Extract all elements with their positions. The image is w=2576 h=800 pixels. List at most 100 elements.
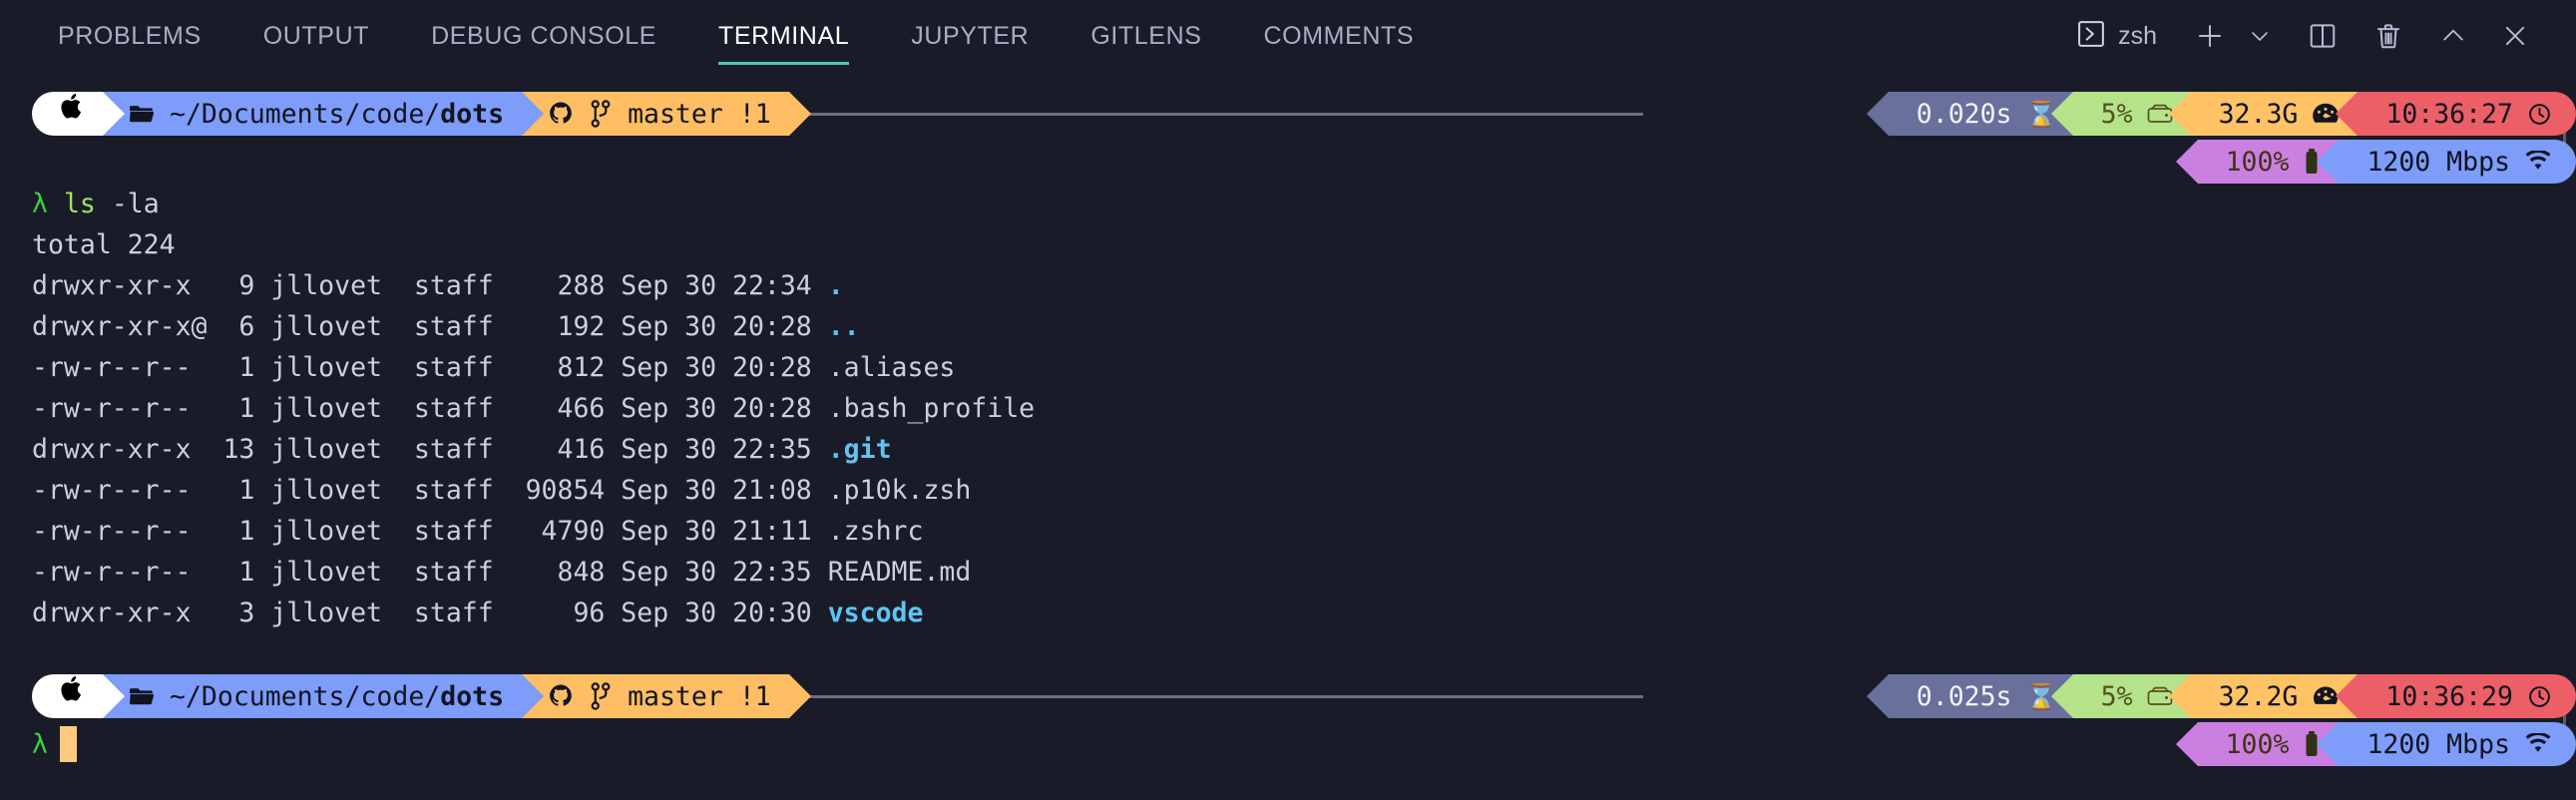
prompt-status-row-1: 100% 1200 Mbps xyxy=(32,118,2576,184)
battery-value: 100% xyxy=(2225,146,2290,178)
command-args: -la xyxy=(111,189,160,219)
listing-row-filename: .zshrc xyxy=(827,516,924,547)
clock-icon xyxy=(2527,102,2552,127)
new-terminal-button[interactable] xyxy=(2183,14,2237,58)
listing-row: -rw-r--r-- 1 jllovet staff 4790 Sep 30 2… xyxy=(32,511,2576,552)
maximize-panel-button[interactable] xyxy=(2428,16,2478,56)
tab-output[interactable]: OUTPUT xyxy=(263,22,369,67)
listing-row-meta: -rw-r--r-- 1 jllovet staff 4790 Sep 30 2… xyxy=(32,516,828,547)
git-segment: master !1 xyxy=(522,92,811,136)
listing-row: -rw-r--r-- 1 jllovet staff 90854 Sep 30 … xyxy=(32,470,2576,511)
directory-path-leaf: dots xyxy=(440,680,505,712)
duration-value: 0.020s xyxy=(1916,98,2012,130)
directory-segment-2: ~/Documents/code/dots xyxy=(103,674,545,718)
network-value: 1200 Mbps xyxy=(2366,728,2510,760)
listing-row: -rw-r--r-- 1 jllovet staff 848 Sep 30 22… xyxy=(32,552,2576,593)
terminal-input-line[interactable]: λ xyxy=(32,722,77,766)
close-panel-button[interactable] xyxy=(2490,16,2540,56)
directory-segment: ~/Documents/code/dots xyxy=(103,92,545,136)
tab-jupyter[interactable]: JUPYTER xyxy=(911,22,1029,67)
tab-problems[interactable]: PROBLEMS xyxy=(58,22,202,67)
active-terminal-chip[interactable]: zsh xyxy=(2076,19,2157,53)
tab-label: TERMINAL xyxy=(718,22,850,50)
apple-icon xyxy=(58,93,83,135)
prompt-status-row-2: λ 100% 1200 Mbps xyxy=(32,700,2576,766)
memory-segment: 32.3G xyxy=(2168,92,2359,136)
terminal-viewport[interactable]: ~/Documents/code/dots master !1 0.020s ⌛… xyxy=(0,92,2576,766)
listing-row: -rw-r--r-- 1 jllovet staff 466 Sep 30 20… xyxy=(32,388,2576,429)
shell-name-label: zsh xyxy=(2118,21,2157,50)
listing-row-filename: .. xyxy=(827,311,860,342)
branch-icon xyxy=(590,682,612,710)
terminal-toolbar: zsh xyxy=(2076,14,2540,58)
disk-value: 5% xyxy=(2100,98,2133,130)
listing-row-filename: README.md xyxy=(827,557,972,588)
tab-label: PROBLEMS xyxy=(58,22,202,50)
wifi-icon xyxy=(2524,151,2552,173)
prompt-lambda-2: λ xyxy=(32,728,48,760)
text-cursor xyxy=(59,726,77,762)
listing-row-filename: . xyxy=(827,270,844,301)
time-value: 10:36:29 xyxy=(2385,680,2513,712)
listing-row-meta: -rw-r--r-- 1 jllovet staff 466 Sep 30 20… xyxy=(32,393,828,424)
directory-path-prefix: ~/Documents/code/ xyxy=(170,680,441,712)
memory-value: 32.3G xyxy=(2218,98,2299,130)
github-icon xyxy=(548,101,574,127)
battery-value: 100% xyxy=(2225,728,2290,760)
memory-value: 32.2G xyxy=(2218,680,2299,712)
folder-icon xyxy=(129,103,156,125)
prompt-right-group-2b: 100% 1200 Mbps xyxy=(2175,722,2576,766)
command-line: λ ls -la xyxy=(32,184,2576,224)
os-segment xyxy=(32,92,125,136)
terminal-prompt-icon xyxy=(2076,19,2106,53)
time-segment-2: 10:36:29 xyxy=(2336,674,2576,718)
listing-row-meta: drwxr-xr-x@ 6 jllovet staff 192 Sep 30 2… xyxy=(32,311,828,342)
listing-row-filename: .p10k.zsh xyxy=(827,475,972,506)
disk-value: 5% xyxy=(2100,680,2133,712)
network-value: 1200 Mbps xyxy=(2366,146,2510,178)
prompt-right-group-1: 0.020s ⌛ 5% 32.3G 10:36:27 xyxy=(1866,92,2576,136)
os-segment-2 xyxy=(32,674,125,718)
prompt-right-group-2: 0.025s ⌛ 5% 32.2G 10:36:29 xyxy=(1866,674,2576,718)
wifi-icon xyxy=(2524,733,2552,755)
kill-terminal-button[interactable] xyxy=(2362,15,2414,57)
terminal-profile-dropdown[interactable] xyxy=(2237,18,2283,54)
branch-icon xyxy=(590,100,612,128)
ls-output-listing: drwxr-xr-x 9 jllovet staff 288 Sep 30 22… xyxy=(32,265,2576,633)
time-segment: 10:36:27 xyxy=(2336,92,2576,136)
listing-row-filename: vscode xyxy=(827,598,924,628)
time-value: 10:36:27 xyxy=(2385,98,2513,130)
listing-row-meta: -rw-r--r-- 1 jllovet staff 90854 Sep 30 … xyxy=(32,475,828,506)
listing-row-meta: drwxr-xr-x 3 jllovet staff 96 Sep 30 20:… xyxy=(32,598,828,628)
prompt-line-2: ~/Documents/code/dots master !1 0.025s ⌛… xyxy=(32,674,2576,722)
git-branch-label: master !1 xyxy=(628,98,771,130)
tab-gitlens[interactable]: GITLENS xyxy=(1090,22,1201,67)
prompt-line-1: ~/Documents/code/dots master !1 0.020s ⌛… xyxy=(32,92,2576,140)
tab-comments[interactable]: COMMENTS xyxy=(1264,22,1415,67)
split-terminal-button[interactable] xyxy=(2297,15,2349,57)
tab-debug-console[interactable]: DEBUG CONSOLE xyxy=(431,22,656,67)
git-segment-2: master !1 xyxy=(522,674,811,718)
tab-label: GITLENS xyxy=(1090,22,1202,50)
apple-icon xyxy=(58,675,83,717)
listing-row-meta: drwxr-xr-x 13 jllovet staff 416 Sep 30 2… xyxy=(32,434,828,465)
tab-label: OUTPUT xyxy=(262,22,370,50)
clock-icon xyxy=(2527,684,2552,709)
listing-row: drwxr-xr-x 9 jllovet staff 288 Sep 30 22… xyxy=(32,265,2576,306)
listing-row: drwxr-xr-x 13 jllovet staff 416 Sep 30 2… xyxy=(32,429,2576,470)
tab-label: COMMENTS xyxy=(1263,22,1415,50)
prompt-left-group-1: ~/Documents/code/dots master !1 xyxy=(32,92,811,136)
total-label: total 224 xyxy=(32,229,176,260)
prompt-left-group-2: ~/Documents/code/dots master !1 xyxy=(32,674,811,718)
listing-row-filename: .bash_profile xyxy=(827,393,1036,424)
tab-label: DEBUG CONSOLE xyxy=(431,22,657,50)
duration-segment: 0.020s ⌛ xyxy=(1866,92,2073,136)
directory-path-prefix: ~/Documents/code/ xyxy=(170,98,441,130)
tab-terminal[interactable]: TERMINAL xyxy=(718,22,850,67)
directory-path-leaf: dots xyxy=(440,98,505,130)
folder-icon xyxy=(129,685,156,707)
listing-row-filename: .aliases xyxy=(827,352,956,383)
listing-row: -rw-r--r-- 1 jllovet staff 812 Sep 30 20… xyxy=(32,347,2576,388)
panel-tab-bar: PROBLEMS OUTPUT DEBUG CONSOLE TERMINAL J… xyxy=(0,0,2576,92)
listing-row-filename: .git xyxy=(827,434,892,465)
